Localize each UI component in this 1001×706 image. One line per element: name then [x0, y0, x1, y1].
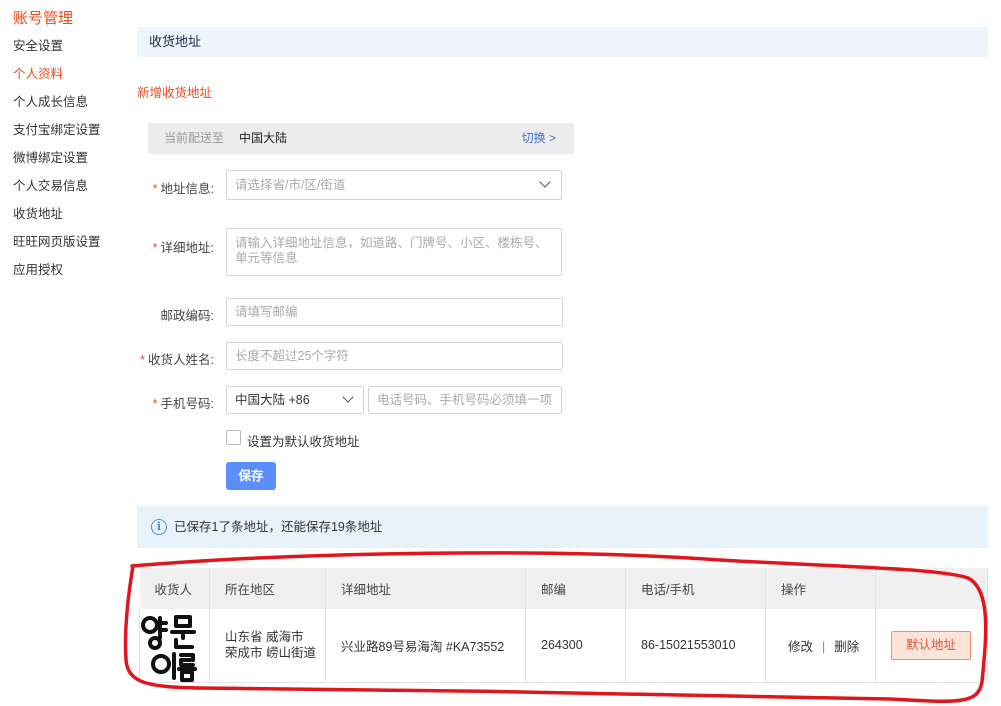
- default-cell: 默认地址: [875, 609, 988, 683]
- chevron-down-icon: [342, 391, 354, 403]
- edit-link[interactable]: 修改: [788, 640, 813, 654]
- default-address-checkbox-label[interactable]: 设置为默认收货地址: [247, 431, 360, 450]
- region-cell: 山东省 威海市 荣成市 崂山街道: [209, 609, 326, 683]
- page-title: 收货地址: [137, 27, 988, 57]
- receiver-name-placeholder: 长度不超过25个字符: [235, 349, 349, 363]
- default-address-button[interactable]: 默认地址: [891, 630, 971, 660]
- address-placeholder: 请选择省/市/区/街道: [235, 178, 346, 192]
- detail-placeholder: 请输入详细地址信息，如道路、门牌号、小区、楼栋号、单元等信息: [235, 236, 548, 265]
- sidebar-item-weibo[interactable]: 微博绑定设置: [13, 149, 101, 177]
- detail-label: * 详细地址:: [152, 241, 214, 255]
- postcode-label: 邮政编码:: [160, 309, 214, 323]
- sidebar-item-trade-info[interactable]: 个人交易信息: [13, 177, 101, 205]
- sidebar-item-app-auth[interactable]: 应用授权: [13, 261, 101, 289]
- column-header-phone: 电话/手机: [625, 568, 766, 609]
- add-address-title: 新增收货地址: [137, 86, 213, 100]
- info-text: 已保存1了条地址，还能保存19条地址: [174, 520, 383, 534]
- sidebar-title: 账号管理: [13, 10, 74, 27]
- address-select[interactable]: 请选择省/市/区/街道: [226, 170, 562, 200]
- info-bar: i 已保存1了条地址，还能保存19条地址: [137, 506, 988, 548]
- delete-link[interactable]: 删除: [834, 640, 859, 654]
- save-button[interactable]: 保存: [226, 462, 276, 490]
- chevron-down-icon: [539, 176, 551, 188]
- column-header-region: 所在地区: [209, 568, 326, 609]
- sidebar-item-growth[interactable]: 个人成长信息: [13, 93, 101, 121]
- phone-label: * 手机号码:: [152, 397, 214, 411]
- column-header-detail: 详细地址: [325, 568, 526, 609]
- table-row: 山东省 威海市 荣成市 崂山街道 兴业路89号易海淘 #KA73552 2643…: [139, 609, 988, 683]
- sidebar-list: 安全设置 个人资料 个人成长信息 支付宝绑定设置 微博绑定设置 个人交易信息 收…: [13, 37, 101, 289]
- sidebar-item-profile[interactable]: 个人资料: [13, 65, 101, 93]
- sidebar-item-alipay[interactable]: 支付宝绑定设置: [13, 121, 101, 149]
- region-value: 中国大陆: [239, 131, 288, 145]
- postcode-input[interactable]: 请填写邮编: [226, 298, 563, 326]
- column-header-receiver: 收货人: [139, 568, 210, 609]
- postcode-placeholder: 请填写邮编: [235, 305, 298, 319]
- sidebar-item-security[interactable]: 安全设置: [13, 37, 101, 65]
- table-header-row: 收货人 所在地区 详细地址 邮编 电话/手机 操作: [139, 568, 988, 609]
- phone-cell: 86-15021553010: [625, 609, 766, 683]
- sidebar-item-address[interactable]: 收货地址: [13, 205, 101, 233]
- region-bar: 当前配送至 中国大陆 切换 >: [148, 123, 574, 154]
- column-header-postcode: 邮编: [525, 568, 626, 609]
- region-label: 当前配送至: [164, 131, 225, 145]
- action-separator: |: [822, 639, 826, 654]
- column-header-default: [875, 568, 988, 609]
- phone-placeholder: 电话号码、手机号码必须填一项: [377, 393, 553, 407]
- address-label: * 地址信息:: [152, 182, 214, 196]
- default-address-checkbox[interactable]: [226, 430, 241, 445]
- receiver-name-label: * 收货人姓名:: [140, 353, 214, 367]
- detail-textarea[interactable]: 请输入详细地址信息，如道路、门牌号、小区、楼栋号、单元等信息: [226, 228, 562, 276]
- handwritten-name-signature: [141, 615, 197, 682]
- column-header-actions: 操作: [765, 568, 876, 609]
- actions-cell: 修改 | 删除: [765, 609, 876, 683]
- detail-cell: 兴业路89号易海淘 #KA73552: [325, 609, 526, 683]
- country-code-value: 中国大陆 +86: [235, 393, 310, 407]
- region-switch-link[interactable]: 切换 >: [522, 123, 556, 154]
- phone-input[interactable]: 电话号码、手机号码必须填一项: [368, 386, 562, 414]
- receiver-name-input[interactable]: 长度不超过25个字符: [226, 342, 563, 370]
- country-code-select[interactable]: 中国大陆 +86: [226, 386, 364, 414]
- sidebar-item-wangwang[interactable]: 旺旺网页版设置: [13, 233, 101, 261]
- postcode-cell: 264300: [525, 609, 626, 683]
- info-icon: i: [151, 519, 167, 535]
- address-table: 收货人 所在地区 详细地址 邮编 电话/手机 操作 山东省 威海市 荣成市 崂山…: [139, 568, 988, 683]
